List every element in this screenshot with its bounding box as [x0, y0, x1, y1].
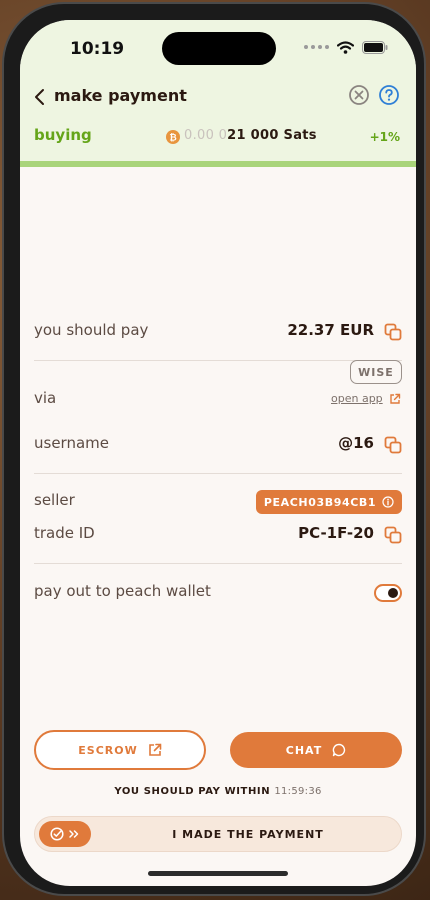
phone-frame: 10:19 make payment buying ₿ 0.00 021 000…	[2, 2, 426, 896]
trade-summary: buying ₿ 0.00 021 000 Sats +1%	[20, 126, 416, 150]
slider-handle[interactable]	[39, 821, 91, 847]
username-value: @16	[338, 434, 374, 452]
seller-label: seller	[34, 491, 75, 509]
sats-amount-padding: 0.00 0	[184, 128, 228, 143]
deadline-label: YOU SHOULD PAY WITHIN	[114, 786, 271, 797]
seller-id-badge[interactable]: PEACH03B94CB1	[256, 490, 402, 514]
divider	[34, 360, 402, 361]
check-circle-icon	[50, 827, 64, 841]
cancel-trade-icon[interactable]	[348, 84, 370, 106]
back-icon[interactable]	[32, 86, 48, 108]
toggle-knob	[388, 588, 398, 598]
escrow-label: ESCROW	[78, 743, 138, 757]
home-indicator	[148, 871, 288, 876]
pay-label: you should pay	[34, 321, 149, 339]
info-icon	[382, 496, 394, 508]
trade-status: buying	[34, 126, 92, 144]
divider	[34, 473, 402, 474]
svg-text:₿: ₿	[169, 133, 176, 144]
payment-deadline: YOU SHOULD PAY WITHIN 11:59:36	[20, 786, 416, 797]
page-title: make payment	[54, 86, 187, 105]
premium-badge: +1%	[369, 130, 400, 144]
chat-bubble-icon	[333, 743, 346, 757]
double-chevron-right-icon	[69, 830, 79, 838]
wifi-icon	[337, 40, 354, 54]
chat-label: CHAT	[285, 743, 323, 757]
payout-toggle[interactable]	[374, 584, 402, 602]
dynamic-island	[162, 32, 276, 65]
app-screen: 10:19 make payment buying ₿ 0.00 021 000…	[20, 20, 416, 886]
deadline-timer: 11:59:36	[274, 786, 322, 797]
copy-amount-icon[interactable]	[384, 323, 402, 341]
external-link-icon	[148, 743, 162, 756]
sats-amount: 0.00 021 000 Sats	[184, 128, 317, 143]
trade-id-value: PC-1F-20	[298, 524, 374, 542]
help-icon[interactable]	[378, 84, 400, 106]
open-app-link[interactable]: open app	[331, 392, 383, 405]
username-label: username	[34, 434, 109, 452]
pay-value: 22.37 EUR	[287, 321, 374, 339]
top-bar: make payment	[20, 82, 416, 112]
bitcoin-icon: ₿	[166, 130, 180, 144]
copy-username-icon[interactable]	[384, 436, 402, 454]
confirm-payment-label: I MADE THE PAYMENT	[172, 828, 324, 841]
payout-label: pay out to peach wallet	[34, 582, 211, 600]
divider	[34, 563, 402, 564]
signal-icon	[304, 45, 329, 49]
status-time: 10:19	[70, 39, 125, 59]
seller-id: PEACH03B94CB1	[263, 495, 377, 509]
header-accent-line	[20, 161, 416, 167]
payment-method-badge: WISE	[350, 360, 402, 384]
battery-icon	[362, 40, 388, 54]
escrow-button[interactable]: ESCROW	[34, 730, 206, 770]
status-icons	[304, 40, 388, 54]
sats-amount-value: 21 000 Sats	[227, 128, 317, 143]
trade-id-label: trade ID	[34, 524, 95, 542]
chat-button[interactable]: CHAT	[230, 732, 402, 768]
copy-trade-id-icon[interactable]	[384, 526, 402, 544]
external-link-icon[interactable]	[389, 393, 401, 405]
via-label: via	[34, 389, 57, 407]
confirm-payment-slider[interactable]: I MADE THE PAYMENT	[34, 816, 402, 852]
